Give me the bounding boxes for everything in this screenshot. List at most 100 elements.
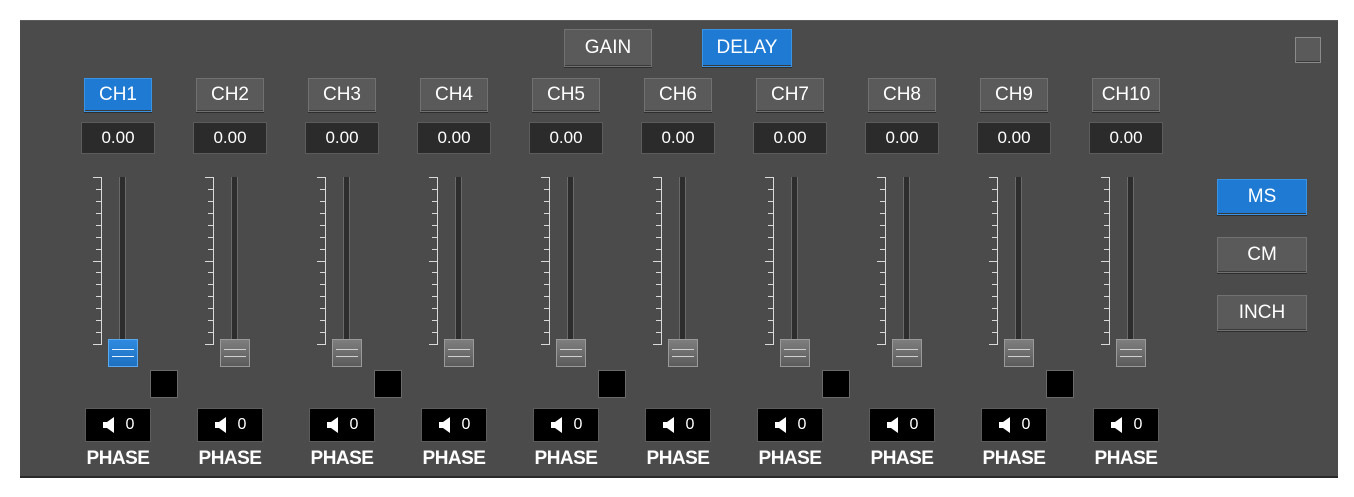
phase-toggle-button[interactable]: 0 [757, 408, 823, 442]
speaker-icon [550, 417, 562, 433]
gain-button[interactable]: GAIN [564, 29, 652, 67]
fader-scale [760, 177, 774, 345]
speaker-icon [886, 417, 898, 433]
fader-track[interactable] [679, 177, 686, 357]
phase-label: PHASE [1094, 448, 1158, 469]
phase-label: PHASE [982, 448, 1046, 469]
fader-handle[interactable] [444, 339, 474, 367]
fader-handle[interactable] [556, 339, 586, 367]
phase-toggle-button[interactable]: 0 [981, 408, 1047, 442]
unit-inch-button[interactable]: INCH [1217, 295, 1307, 331]
speaker-icon [102, 417, 114, 433]
phase-label: PHASE [646, 448, 710, 469]
fader-track[interactable] [791, 177, 798, 357]
phase-label: PHASE [310, 448, 374, 469]
channel-button[interactable]: CH9 [980, 78, 1048, 112]
delay-value-field[interactable]: 0.00 [417, 122, 491, 154]
fader-scale [88, 177, 102, 345]
delay-value-field[interactable]: 0.00 [193, 122, 267, 154]
phase-value: 0 [1021, 416, 1031, 433]
phase-toggle-button[interactable]: 0 [197, 408, 263, 442]
speaker-icon [662, 417, 674, 433]
corner-toggle-button[interactable] [1295, 37, 1321, 63]
speaker-icon [998, 417, 1010, 433]
fader-track[interactable] [231, 177, 238, 357]
delay-value-field[interactable]: 0.00 [529, 122, 603, 154]
speaker-icon [1110, 417, 1122, 433]
delay-panel: GAIN DELAY CH1 0.00 0 PHASE CH2 0.00 0 PHASE CH3… [20, 20, 1338, 478]
channel-button[interactable]: CH10 [1092, 78, 1160, 112]
fader-track[interactable] [455, 177, 462, 357]
fader-track[interactable] [343, 177, 350, 357]
link-toggle[interactable] [598, 370, 626, 398]
link-toggle[interactable] [822, 370, 850, 398]
fader-handle[interactable] [1004, 339, 1034, 367]
speaker-icon [214, 417, 226, 433]
fader-handle[interactable] [892, 339, 922, 367]
phase-toggle-button[interactable]: 0 [533, 408, 599, 442]
speaker-icon [774, 417, 786, 433]
fader-track[interactable] [119, 177, 126, 357]
fader-handle[interactable] [1116, 339, 1146, 367]
delay-value-field[interactable]: 0.00 [641, 122, 715, 154]
fader-scale [648, 177, 662, 345]
phase-toggle-button[interactable]: 0 [85, 408, 151, 442]
link-toggle[interactable] [150, 370, 178, 398]
phase-toggle-button[interactable]: 0 [869, 408, 935, 442]
phase-label: PHASE [422, 448, 486, 469]
phase-value: 0 [685, 416, 695, 433]
phase-toggle-button[interactable]: 0 [421, 408, 487, 442]
channel-button[interactable]: CH8 [868, 78, 936, 112]
phase-value: 0 [797, 416, 807, 433]
unit-cm-button[interactable]: CM [1217, 237, 1307, 273]
fader-handle[interactable] [108, 339, 138, 367]
delay-value-field[interactable]: 0.00 [1089, 122, 1163, 154]
unit-ms-button[interactable]: MS [1217, 179, 1307, 215]
phase-value: 0 [125, 416, 135, 433]
phase-toggle-button[interactable]: 0 [645, 408, 711, 442]
delay-button[interactable]: DELAY [702, 29, 792, 67]
fader-handle[interactable] [780, 339, 810, 367]
phase-value: 0 [909, 416, 919, 433]
fader-scale [536, 177, 550, 345]
channel-button[interactable]: CH5 [532, 78, 600, 112]
delay-value-field[interactable]: 0.00 [753, 122, 827, 154]
phase-toggle-button[interactable]: 0 [309, 408, 375, 442]
fader-scale [200, 177, 214, 345]
delay-value-field[interactable]: 0.00 [865, 122, 939, 154]
phase-value: 0 [461, 416, 471, 433]
fader-track[interactable] [1127, 177, 1134, 357]
fader-scale [872, 177, 886, 345]
phase-label: PHASE [86, 448, 150, 469]
link-toggle[interactable] [1046, 370, 1074, 398]
link-toggle[interactable] [374, 370, 402, 398]
speaker-icon [326, 417, 338, 433]
fader-track[interactable] [903, 177, 910, 357]
phase-value: 0 [237, 416, 247, 433]
channel-button[interactable]: CH3 [308, 78, 376, 112]
fader-handle[interactable] [332, 339, 362, 367]
fader-handle[interactable] [220, 339, 250, 367]
fader-track[interactable] [1015, 177, 1022, 357]
channel-button[interactable]: CH2 [196, 78, 264, 112]
speaker-icon [438, 417, 450, 433]
fader-track[interactable] [567, 177, 574, 357]
phase-label: PHASE [870, 448, 934, 469]
channel-button[interactable]: CH7 [756, 78, 824, 112]
phase-value: 0 [573, 416, 583, 433]
fader-scale [312, 177, 326, 345]
phase-toggle-button[interactable]: 0 [1093, 408, 1159, 442]
channel-button[interactable]: CH1 [84, 78, 152, 112]
delay-value-field[interactable]: 0.00 [977, 122, 1051, 154]
channel-button[interactable]: CH6 [644, 78, 712, 112]
phase-value: 0 [349, 416, 359, 433]
fader-scale [984, 177, 998, 345]
fader-handle[interactable] [668, 339, 698, 367]
fader-scale [424, 177, 438, 345]
phase-label: PHASE [534, 448, 598, 469]
delay-value-field[interactable]: 0.00 [305, 122, 379, 154]
phase-label: PHASE [198, 448, 262, 469]
channel-button[interactable]: CH4 [420, 78, 488, 112]
phase-value: 0 [1133, 416, 1143, 433]
delay-value-field[interactable]: 0.00 [81, 122, 155, 154]
